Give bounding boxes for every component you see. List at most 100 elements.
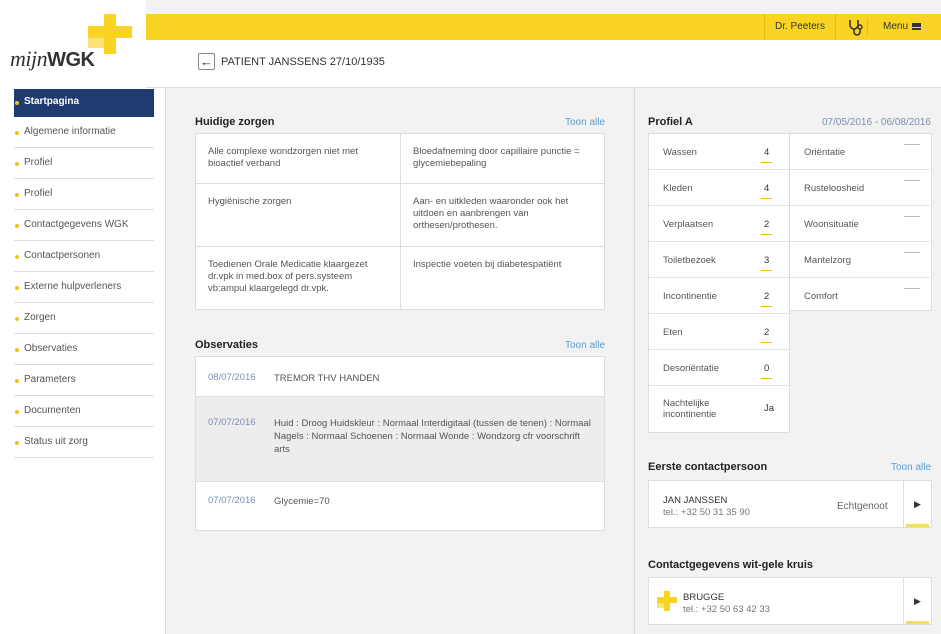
cross-logo-icon (657, 591, 677, 611)
empty-value (904, 180, 920, 181)
profiel-period: 07/05/2016 - 06/08/2016 (822, 117, 931, 128)
profiel-row[interactable]: Woonsituatie (790, 206, 930, 242)
observation-text: TREMOR THV HANDEN (274, 373, 380, 384)
profiel-score: 2 (761, 327, 773, 343)
profiel-row[interactable]: Wassen 4 (649, 134, 789, 170)
empty-value (904, 144, 920, 145)
sidebar-item-algemene-informatie[interactable]: Algemene informatie (14, 117, 154, 148)
bullet-icon (15, 131, 19, 135)
bullet-icon (15, 101, 19, 105)
logo[interactable]: mijnWGK (0, 0, 146, 88)
empty-value (904, 288, 920, 289)
zorg-item[interactable]: Bloedafneming door capillaire punctie = … (401, 134, 604, 182)
observation-row[interactable]: 08/07/2016 TREMOR THV HANDEN (196, 357, 604, 397)
menu-label: Menu (883, 21, 909, 32)
bullet-icon (15, 441, 19, 445)
profiel-left-column: Wassen 4 Kleden 4 Verplaatsen 2 Toiletbezoe… (648, 133, 790, 433)
observation-text: Glycemie=70 (274, 496, 330, 507)
sidebar-item-observaties[interactable]: Observaties (14, 334, 154, 365)
profiel-score: 2 (761, 219, 773, 235)
profiel-score: 2 (761, 291, 773, 307)
sidebar-item-parameters[interactable]: Parameters (14, 365, 154, 396)
profiel-row[interactable]: Kleden 4 (649, 170, 789, 206)
sidebar-item-zorgen[interactable]: Zorgen (14, 303, 154, 334)
sidebar-item-documenten[interactable]: Documenten (14, 396, 154, 427)
sidebar-item-contactpersonen[interactable]: Contactpersonen (14, 241, 154, 272)
bullet-icon (15, 224, 19, 228)
sidebar-item-externe-hulpverleners[interactable]: Externe hulpverleners (14, 272, 154, 303)
profiel-right-column: Oriëntatie Rusteloosheid Woonsituatie Ma… (790, 133, 932, 311)
sidebar-item-status-uit-zorg[interactable]: Status uit zorg (14, 427, 154, 458)
contact-card[interactable]: JAN JANSSEN tel.: +32 50 31 35 90 Echtge… (648, 480, 932, 528)
patient-title: PATIENT JANSSENS 27/10/1935 (221, 56, 385, 68)
zorg-item[interactable]: Alle complexe wondzorgen niet met bioact… (196, 134, 400, 182)
bullet-icon (15, 162, 19, 166)
contact-relation: Echtgenoot (837, 501, 888, 512)
play-arrow-icon[interactable]: ▶ (903, 578, 931, 624)
bullet-icon (15, 379, 19, 383)
observation-row[interactable]: 07/07/2016 Glycemie=70 (196, 482, 604, 530)
play-arrow-icon[interactable]: ▶ (903, 481, 931, 527)
profiel-score: Ja (764, 403, 775, 414)
zorg-item[interactable]: Inspectie voeten bij diabetespatiënt (401, 247, 604, 283)
observation-date: 07/07/2016 (208, 417, 256, 428)
bullet-icon (15, 255, 19, 259)
section-title-zorgen: Huidige zorgen (195, 116, 275, 128)
profiel-score: 4 (761, 147, 773, 163)
sidebar-item-profiel-2[interactable]: Profiel (14, 179, 154, 210)
profiel-row[interactable]: Eten 2 (649, 314, 789, 350)
profiel-row[interactable]: Nachtelijke incontinentie Ja (649, 386, 789, 432)
section-title-observaties: Observaties (195, 339, 258, 351)
contact-toon-alle-link[interactable]: Toon alle (891, 462, 931, 473)
wgk-card[interactable]: BRUGGE tel.: +32 50 63 42 33 ▶ (648, 577, 932, 625)
back-button[interactable]: ← (198, 53, 215, 70)
sidebar-item-contactgegevens-wgk[interactable]: Contactgegevens WGK (14, 210, 154, 241)
observation-date: 07/07/2016 (208, 495, 256, 506)
observation-row[interactable]: 07/07/2016 Huid : Droog Huidskleur : Nor… (196, 397, 604, 482)
zorgen-grid: Alle complexe wondzorgen niet met bioact… (195, 133, 605, 310)
bullet-icon (15, 410, 19, 414)
profiel-row[interactable]: Comfort (790, 278, 930, 314)
sidebar-item-profiel[interactable]: Profiel (14, 148, 154, 179)
profiel-row[interactable]: Desoriëntatie 0 (649, 350, 789, 386)
profiel-score: 0 (761, 363, 773, 379)
observation-date: 08/07/2016 (208, 372, 256, 383)
zorg-item[interactable]: Aan- en uitkleden waaronder ook het uitd… (401, 184, 604, 244)
doctor-name[interactable]: Dr. Peeters (764, 14, 836, 40)
top-bar: Dr. Peeters Menu (146, 14, 941, 40)
zorgen-toon-alle-link[interactable]: Toon alle (565, 117, 605, 128)
stethoscope-icon[interactable] (846, 18, 868, 36)
profiel-row[interactable]: Toiletbezoek 3 (649, 242, 789, 278)
observaties-toon-alle-link[interactable]: Toon alle (565, 340, 605, 351)
accent-bar (906, 524, 929, 527)
empty-value (904, 216, 920, 217)
bullet-icon (15, 348, 19, 352)
zorg-item[interactable]: Hygiënische zorgen (196, 184, 400, 220)
bullet-icon (15, 193, 19, 197)
accent-bar (906, 621, 929, 624)
profiel-score: 4 (761, 183, 773, 199)
logo-text: mijnWGK (10, 46, 95, 71)
profiel-score: 3 (761, 255, 773, 271)
bullet-icon (15, 317, 19, 321)
profiel-row[interactable]: Mantelzorg (790, 242, 930, 278)
empty-value (904, 252, 920, 253)
observation-text: Huid : Droog Huidskleur : Normaal Interd… (274, 418, 591, 455)
section-title-profiel: Profiel A (648, 116, 693, 128)
profiel-row[interactable]: Rusteloosheid (790, 170, 930, 206)
observaties-list: 08/07/2016 TREMOR THV HANDEN 07/07/2016 … (195, 356, 605, 531)
section-title-contactpersoon: Eerste contactpersoon (648, 461, 768, 473)
hamburger-icon (912, 22, 922, 30)
wgk-phone: tel.: +32 50 63 42 33 (683, 604, 770, 615)
profiel-row[interactable]: Oriëntatie (790, 134, 930, 170)
menu-button[interactable]: Menu (883, 14, 922, 40)
zorg-item[interactable]: Toedienen Orale Medicatie klaargezet dr.… (196, 247, 400, 307)
contact-name: JAN JANSSEN (663, 495, 728, 506)
section-title-wgk: Contactgegevens wit-gele kruis (648, 559, 814, 571)
sidebar-item-startpagina[interactable]: Startpagina (14, 89, 154, 117)
profiel-row[interactable]: Incontinentie 2 (649, 278, 789, 314)
wgk-city: BRUGGE (683, 592, 725, 603)
bullet-icon (15, 286, 19, 290)
profiel-row[interactable]: Verplaatsen 2 (649, 206, 789, 242)
sidebar: Startpagina Algemene informatie Profiel … (0, 88, 166, 634)
